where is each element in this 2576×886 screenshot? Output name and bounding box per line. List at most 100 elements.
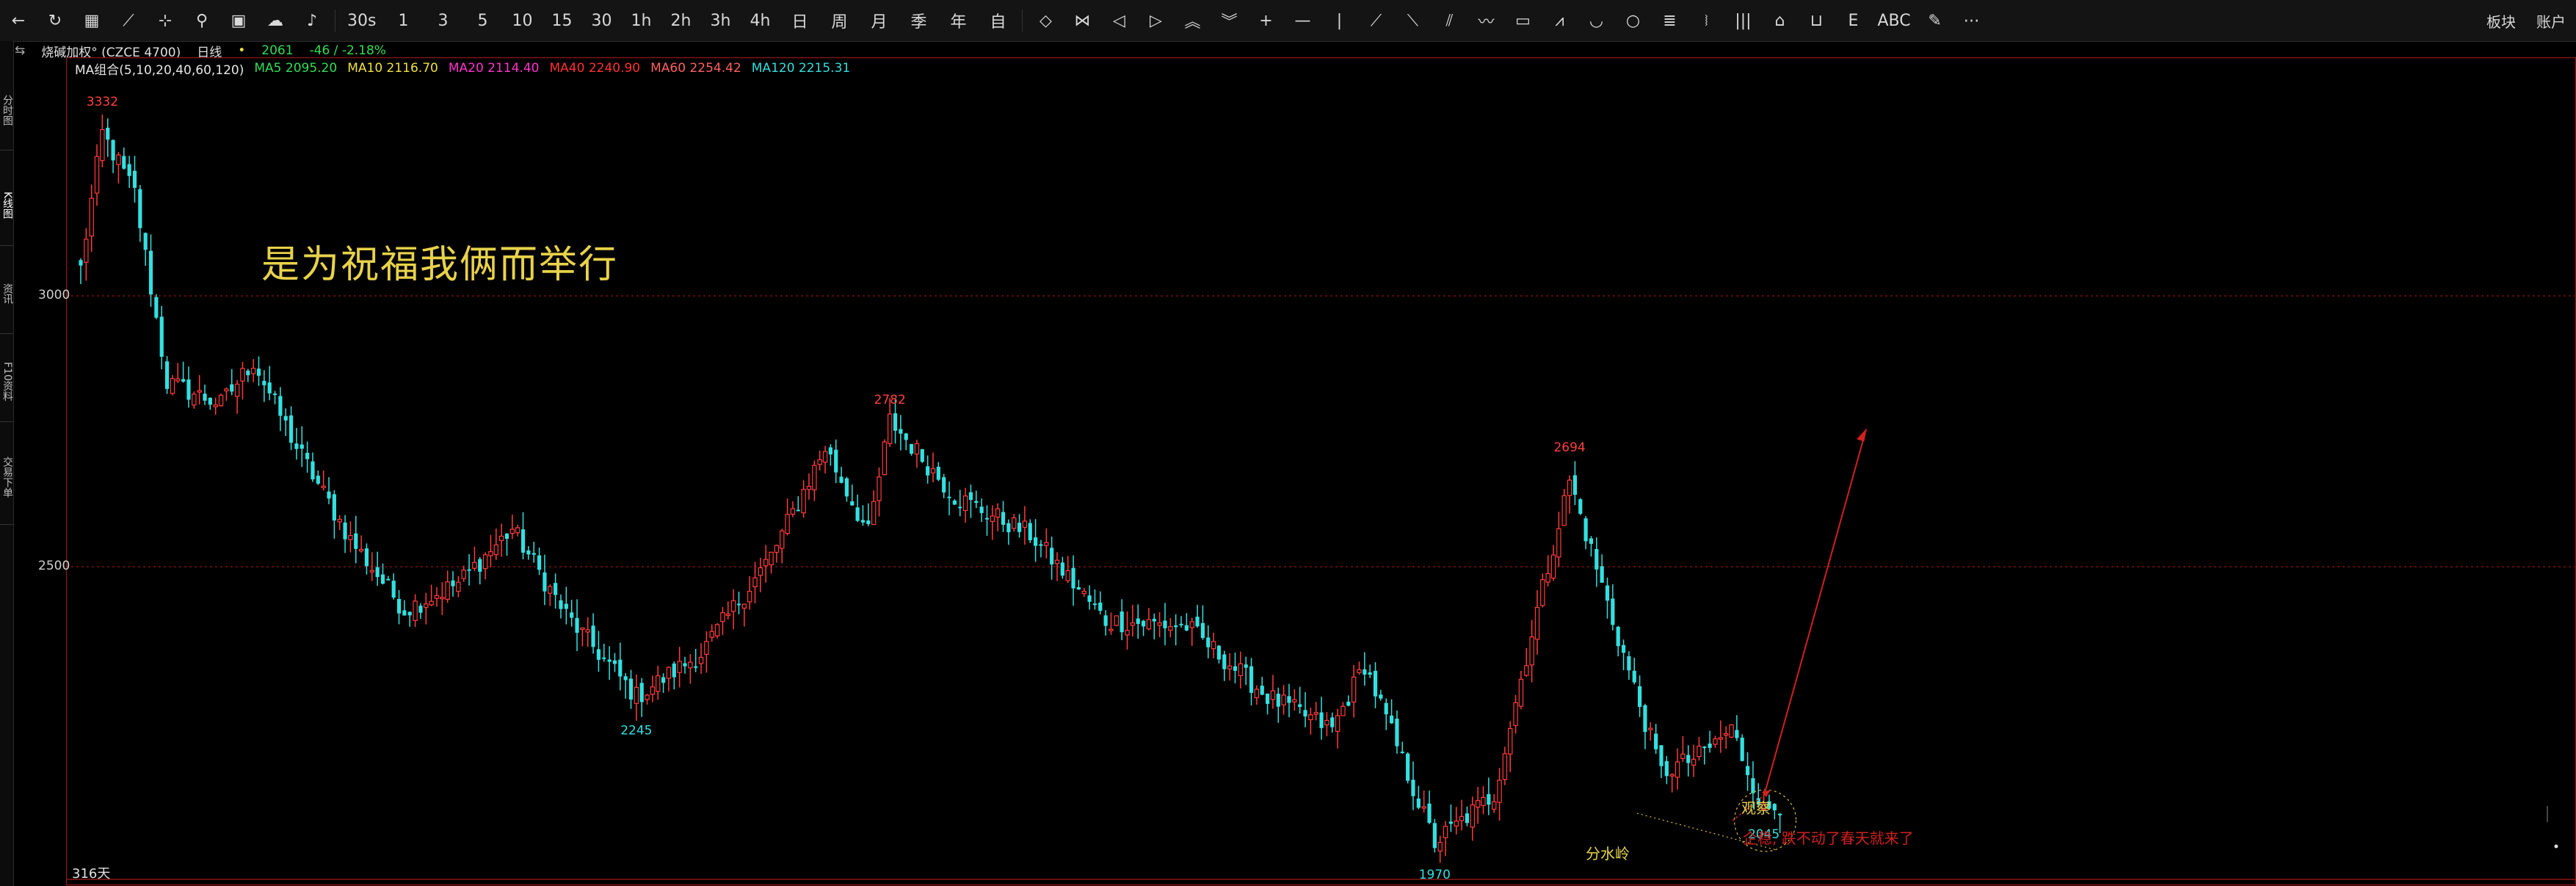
candle-body-up bbox=[1454, 820, 1459, 827]
parallel-icon[interactable]: ⫽ bbox=[1431, 0, 1467, 41]
period-0[interactable]: 30s bbox=[340, 0, 383, 41]
sidebar-tab-3[interactable]: F10资料 bbox=[0, 342, 13, 422]
refresh-icon[interactable]: ↻ bbox=[37, 0, 73, 41]
line-chart-icon[interactable]: ⟋ bbox=[110, 0, 147, 41]
fib-icon[interactable]: ≣ bbox=[1651, 0, 1688, 41]
candle-body-down bbox=[1740, 737, 1744, 761]
double-up-icon[interactable]: ︽ bbox=[1174, 0, 1211, 41]
candle-body-down bbox=[1406, 753, 1410, 781]
period-10[interactable]: 4h bbox=[740, 0, 780, 41]
cloud-icon[interactable]: ☁ bbox=[257, 0, 294, 41]
candle-body-down bbox=[375, 567, 380, 578]
wave-icon[interactable]: 〰 bbox=[1467, 0, 1504, 41]
candle-icon[interactable]: ⊹ bbox=[147, 0, 184, 41]
diamond-icon[interactable]: ◇ bbox=[1027, 0, 1064, 41]
sidebar-tab-0[interactable]: 分时图 bbox=[0, 70, 13, 150]
candle-body-up bbox=[677, 661, 682, 673]
candle-body-down bbox=[942, 477, 946, 493]
period-12[interactable]: 周 bbox=[819, 0, 859, 41]
rect-icon[interactable]: ▭ bbox=[1504, 0, 1541, 41]
period-16[interactable]: 自 bbox=[978, 0, 1017, 41]
period-13[interactable]: 月 bbox=[859, 0, 899, 41]
period-1[interactable]: 1 bbox=[383, 0, 423, 41]
candle-body-up bbox=[213, 404, 218, 407]
sidebar-tab-2[interactable]: 资讯 bbox=[0, 254, 13, 334]
period-8[interactable]: 2h bbox=[661, 0, 700, 41]
candle-body-down bbox=[1136, 618, 1140, 624]
candle-body-down bbox=[936, 466, 940, 480]
crosshair-icon[interactable]: + bbox=[1247, 0, 1284, 41]
candle-body-up bbox=[817, 459, 822, 465]
period-6[interactable]: 30 bbox=[581, 0, 621, 41]
bowtie-icon[interactable]: ⋈ bbox=[1064, 0, 1100, 41]
candle-body-down bbox=[672, 663, 676, 678]
candle-body-down bbox=[694, 666, 698, 668]
chart-canvas[interactable]: 333227822694224519702045观察企稳, 跌不动了春天就来了分… bbox=[66, 57, 2576, 886]
segment-icon[interactable]: ⟍ bbox=[1394, 0, 1431, 41]
bars-icon[interactable]: ||| bbox=[1724, 0, 1761, 41]
candle-body-up bbox=[1524, 665, 1529, 676]
label-low-2245: 2245 bbox=[620, 723, 652, 738]
period-4[interactable]: 10 bbox=[502, 0, 542, 41]
period-5[interactable]: 15 bbox=[542, 0, 581, 41]
pen-icon[interactable]: ✎ bbox=[1917, 0, 1953, 41]
measure-icon[interactable]: ⊔ bbox=[1798, 0, 1835, 41]
candle-body-down bbox=[683, 663, 687, 667]
period-14[interactable]: 季 bbox=[899, 0, 938, 41]
candle-body-up bbox=[1669, 774, 1675, 777]
candle-body-up bbox=[747, 590, 752, 603]
back-arrow-icon[interactable]: ← bbox=[0, 0, 37, 41]
gann-icon[interactable]: ⧘ bbox=[1688, 0, 1724, 41]
text-icon[interactable]: ABC bbox=[1871, 0, 1916, 41]
more-icon[interactable]: ⋯ bbox=[1953, 0, 1990, 41]
layout-icon[interactable]: ▣ bbox=[220, 0, 257, 41]
candle-body-up bbox=[250, 368, 256, 374]
candle-body-up bbox=[461, 570, 466, 579]
candle-body-up bbox=[456, 581, 461, 592]
candle-body-down bbox=[1605, 585, 1610, 601]
arrow-right-icon[interactable]: ▷ bbox=[1137, 0, 1174, 41]
candle-body-up bbox=[1109, 628, 1114, 631]
candle-body-down bbox=[278, 396, 283, 416]
kline-chart[interactable]: 3332 2782 2694 2245 1970 2045 观察 企稳, 跌不动了春天就来了分… bbox=[66, 57, 2576, 886]
candle-body-up bbox=[1697, 745, 1702, 758]
price-change: -46 / -2.18% bbox=[309, 43, 386, 58]
arrow-left-icon[interactable]: ◁ bbox=[1100, 0, 1137, 41]
candle-body-up bbox=[1550, 554, 1556, 579]
period-11[interactable]: 日 bbox=[780, 0, 819, 41]
candle-body-up bbox=[1502, 753, 1508, 780]
period-2[interactable]: 3 bbox=[423, 0, 462, 41]
period-9[interactable]: 3h bbox=[700, 0, 740, 41]
grid-icon[interactable]: ▦ bbox=[73, 0, 110, 41]
candle-body-down bbox=[283, 415, 288, 421]
period-7[interactable]: 1h bbox=[621, 0, 661, 41]
compare-icon[interactable]: ⚲ bbox=[184, 0, 220, 41]
hline-icon[interactable]: — bbox=[1284, 0, 1321, 41]
account-button[interactable]: 账户 bbox=[2526, 0, 2576, 41]
header-arrows-icon[interactable]: ⇆ bbox=[15, 43, 25, 58]
sidebar-tab-1[interactable]: K线图 bbox=[0, 166, 13, 246]
candle-body-up bbox=[1157, 622, 1162, 626]
candle-body-down bbox=[1373, 670, 1378, 697]
arc-icon[interactable]: ◡ bbox=[1578, 0, 1614, 41]
candle-body-up bbox=[752, 577, 758, 588]
candle-body-down bbox=[1389, 715, 1394, 724]
circle-icon[interactable]: ○ bbox=[1614, 0, 1651, 41]
candle-body-down bbox=[79, 260, 83, 266]
candle-body-down bbox=[796, 509, 800, 512]
sector-button[interactable]: 板块 bbox=[2476, 0, 2526, 41]
candle-body-down bbox=[1233, 666, 1238, 671]
right-tools: 板块 账户 bbox=[2476, 0, 2576, 41]
double-down-icon[interactable]: ︾ bbox=[1211, 0, 1247, 41]
ray-icon[interactable]: ⟋ bbox=[1357, 0, 1394, 41]
e-icon[interactable]: E bbox=[1835, 0, 1871, 41]
period-15[interactable]: 年 bbox=[938, 0, 978, 41]
candle-body-up bbox=[1729, 724, 1734, 738]
sidebar-tab-4[interactable]: 交易下单 bbox=[0, 430, 13, 525]
vline-icon[interactable]: | bbox=[1321, 0, 1357, 41]
period-3[interactable]: 5 bbox=[462, 0, 502, 41]
house-icon[interactable]: ⌂ bbox=[1761, 0, 1798, 41]
alarm-icon[interactable]: ♪ bbox=[294, 0, 330, 41]
zigzag-icon[interactable]: ⩘ bbox=[1541, 0, 1578, 41]
candle-body-down bbox=[305, 452, 310, 460]
